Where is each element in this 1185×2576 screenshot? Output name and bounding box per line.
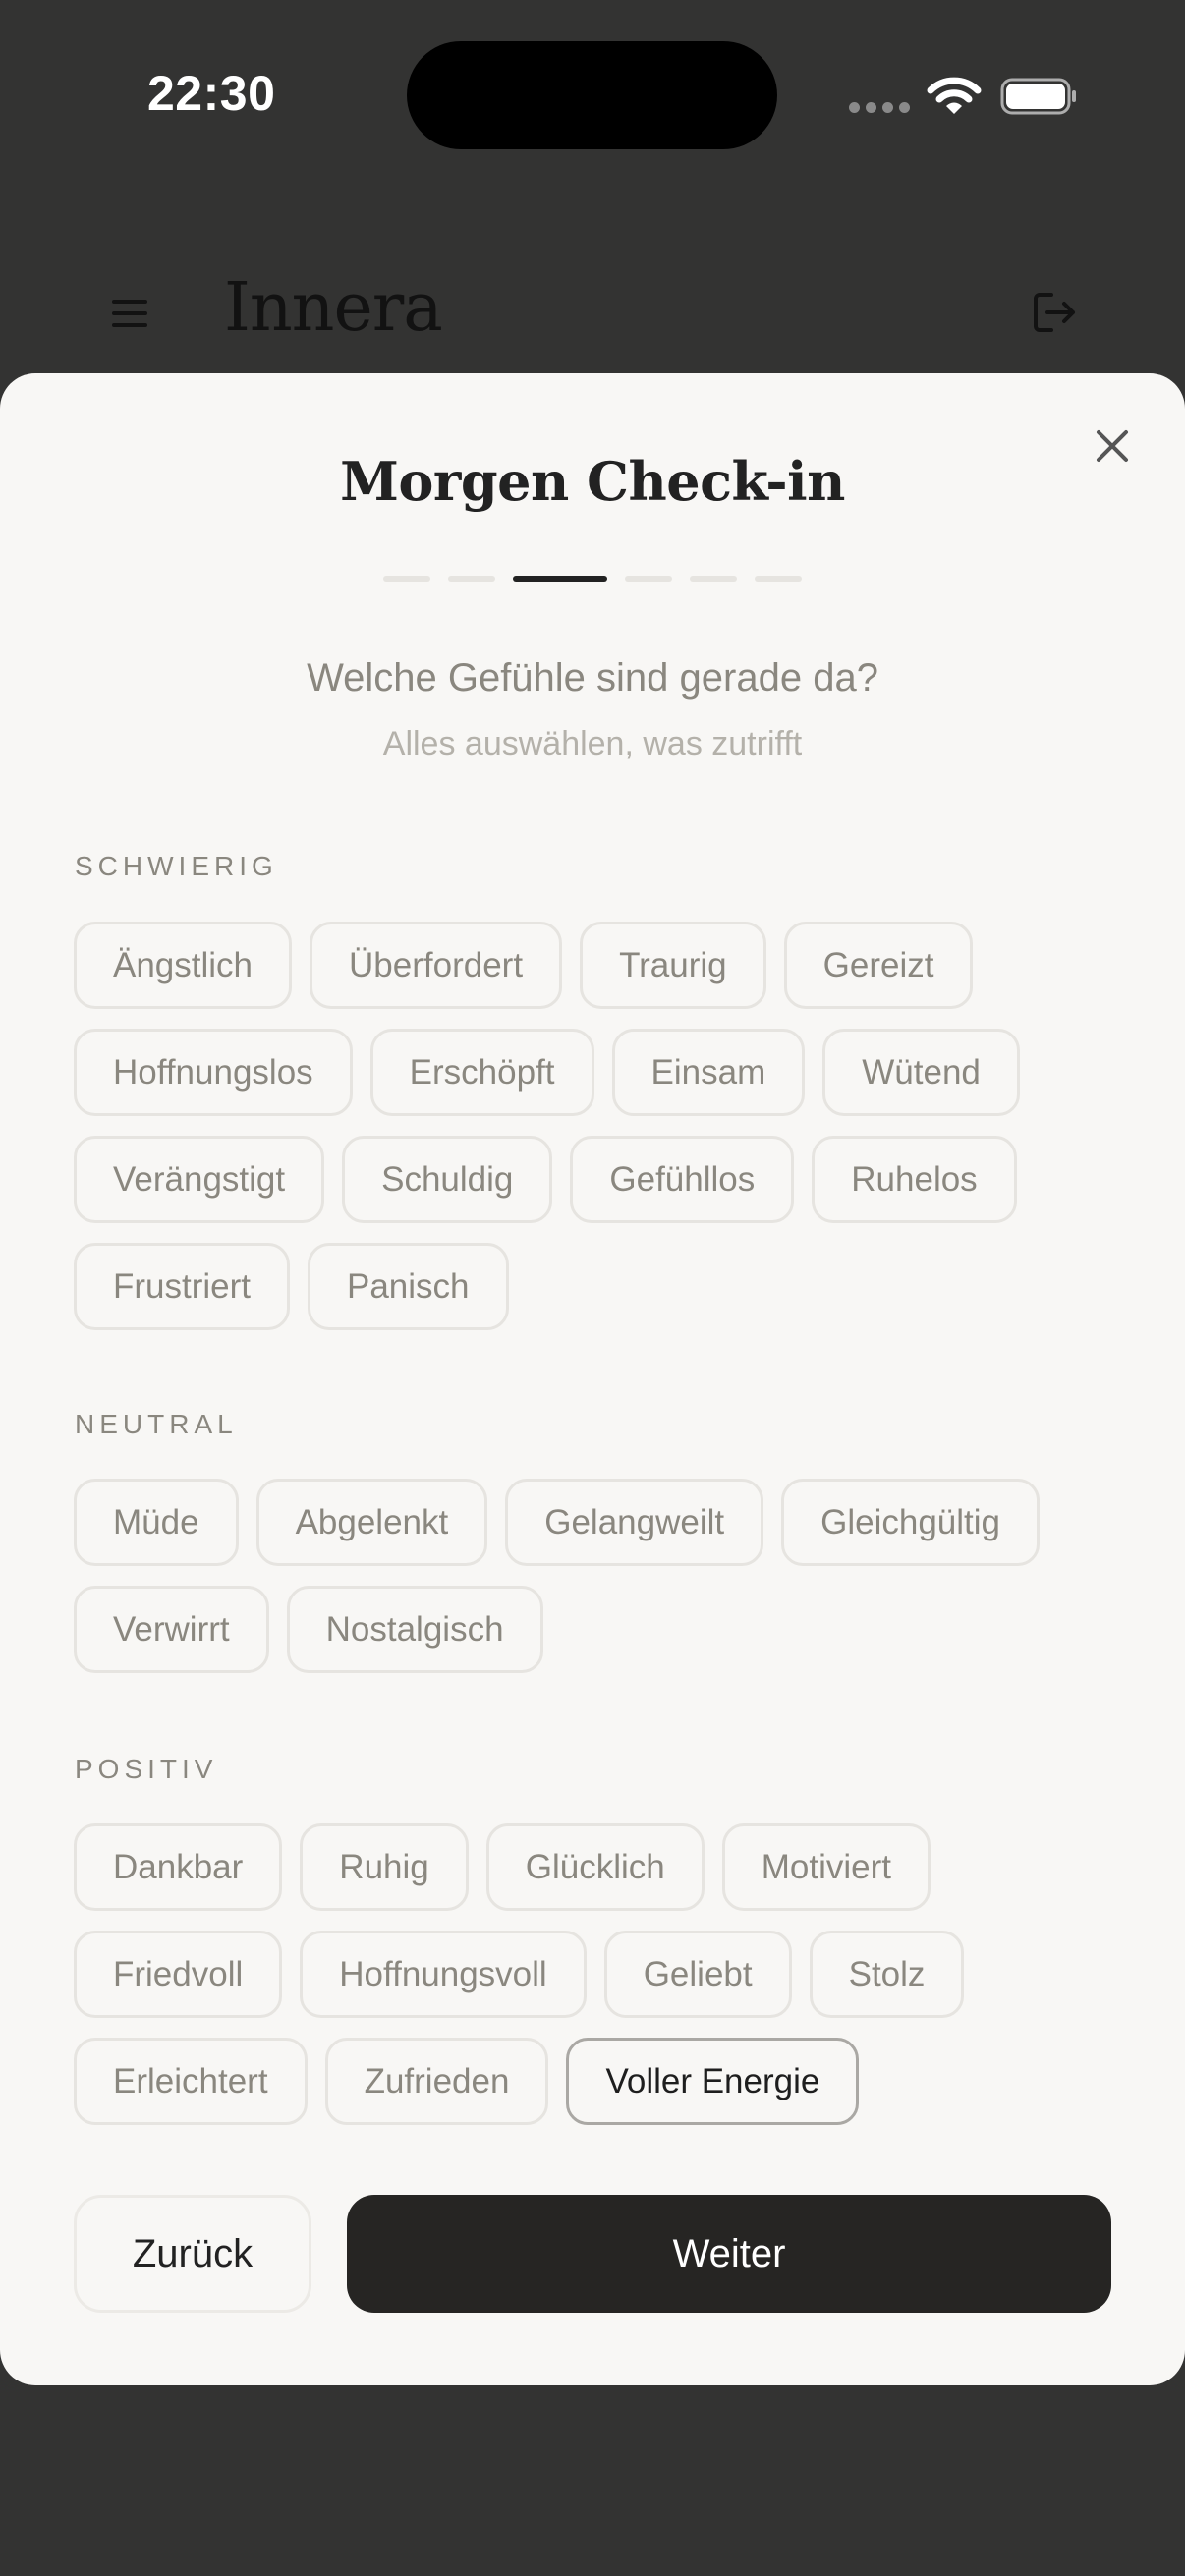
sheet-title: Morgen Check-in [340,450,845,513]
menu-icon[interactable] [110,298,149,329]
section-label-positive: POSITIV [75,1754,218,1784]
dynamic-island [407,41,777,149]
emotion-chip[interactable]: Abgelenkt [255,1479,488,1566]
question-text: Welche Gefühle sind gerade da? [307,656,878,700]
emotion-chip[interactable]: Einsam [611,1029,806,1116]
emotion-chip[interactable]: Gefühllos [570,1136,795,1223]
emotion-chip[interactable]: Müde [74,1479,239,1566]
progress-step-4 [625,576,672,582]
emotion-chip[interactable]: Ängstlich [74,922,293,1009]
section-label-neutral: NEUTRAL [75,1409,238,1439]
back-button[interactable]: Zurück [74,2195,311,2313]
emotion-chip[interactable]: Dankbar [74,1823,283,1911]
cellular-signal-icon [849,102,910,113]
emotion-chip[interactable]: Gereizt [783,922,974,1009]
section-label-difficult: SCHWIERIG [75,851,278,881]
logout-icon[interactable] [1032,291,1079,334]
emotion-chip[interactable]: Hoffnungsvoll [300,1931,587,2018]
emotion-chip[interactable]: Ruhig [300,1823,469,1911]
emotion-chip[interactable]: Schuldig [342,1136,553,1223]
emotion-chip-selected[interactable]: Voller Energie [566,2038,860,2125]
progress-step-1 [383,576,430,582]
progress-step-2 [448,576,495,582]
emotion-chip[interactable]: Glücklich [485,1823,705,1911]
emotion-chip[interactable]: Überfordert [310,922,563,1009]
emotion-chip[interactable]: Gleichgültig [781,1479,1041,1566]
next-button[interactable]: Weiter [347,2195,1111,2313]
progress-step-3 [513,576,607,582]
emotion-chip[interactable]: Stolz [809,1931,965,2018]
emotion-chip[interactable]: Geliebt [603,1931,792,2018]
emotion-chip[interactable]: Verängstigt [74,1136,325,1223]
emotion-chip[interactable]: Verwirrt [74,1586,269,1673]
app-header [0,255,1185,373]
emotion-chip[interactable]: Erschöpft [369,1029,594,1116]
status-time: 22:30 [147,66,276,121]
emotion-chip[interactable]: Nostalgisch [286,1586,543,1673]
emotion-chip[interactable]: Motiviert [721,1823,931,1911]
hint-text: Alles auswählen, was zutrifft [382,725,803,762]
emotion-chip[interactable]: Gelangweilt [505,1479,764,1566]
chips-positive: Dankbar Ruhig Glücklich Motiviert Friedv… [74,1823,1115,2125]
chips-neutral: Müde Abgelenkt Gelangweilt Gleichgültig … [74,1479,1115,1673]
battery-icon [1000,78,1076,115]
emotion-chip[interactable]: Wütend [822,1029,1020,1116]
emotion-chip[interactable]: Friedvoll [74,1931,283,2018]
chips-difficult: Ängstlich Überfordert Traurig Gereizt Ho… [74,922,1115,1330]
emotion-chip[interactable]: Traurig [580,922,766,1009]
emotion-chip[interactable]: Ruhelos [812,1136,1017,1223]
emotion-chip[interactable]: Erleichtert [74,2038,308,2125]
emotion-chip[interactable]: Zufrieden [324,2038,549,2125]
emotion-chip[interactable]: Panisch [308,1243,509,1330]
progress-step-6 [755,576,802,582]
app-brand: Innera [224,269,443,347]
progress-step-5 [690,576,737,582]
wifi-icon [927,77,982,114]
emotion-chip[interactable]: Frustriert [74,1243,290,1330]
progress-indicator [0,576,1185,582]
emotion-chip[interactable]: Hoffnungslos [74,1029,353,1116]
